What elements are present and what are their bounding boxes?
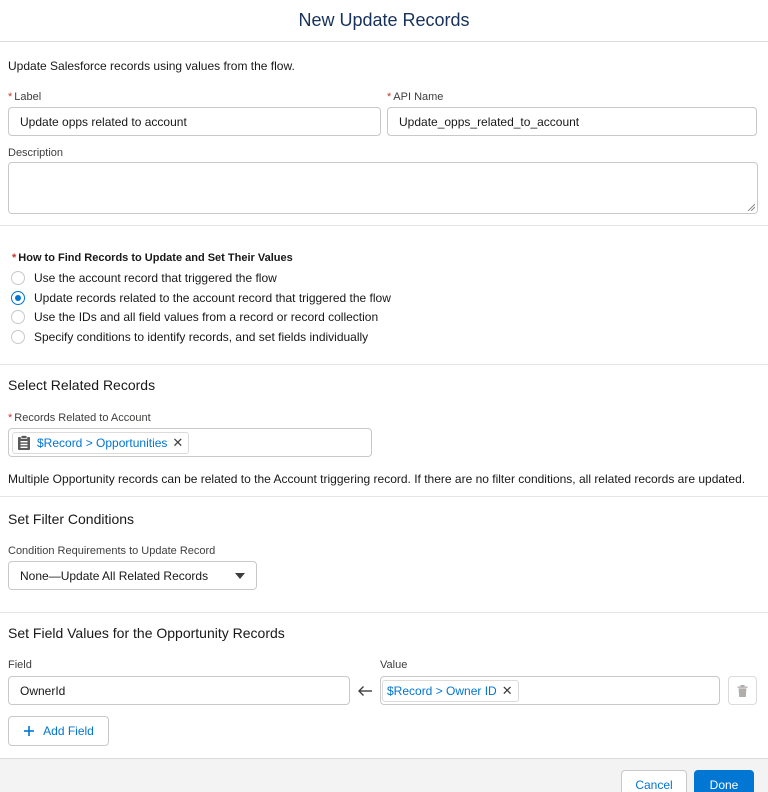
close-icon[interactable]: ✕ [172,436,183,449]
api-name-field-label: * API Name [387,91,444,103]
add-field-label: Add Field [43,724,94,738]
pill-label: $Record > Opportunities [37,435,168,450]
description-textarea[interactable] [8,162,758,214]
required-marker: * [8,412,13,424]
resize-handle-icon[interactable] [747,203,755,211]
radio-label: Use the account record that triggered th… [34,271,277,285]
pill-label: $Record > Owner ID [387,683,497,698]
condition-requirements-label: Condition Requirements to Update Record [8,545,216,557]
related-records-pill[interactable]: $Record > Opportunities ✕ [12,431,190,454]
value-column-label: Value [380,659,408,671]
left-arrow-icon [358,686,372,696]
related-records-lookup[interactable]: $Record > Opportunities ✕ [8,428,372,457]
select-value: None—Update All Related Records [20,568,209,583]
plus-icon [24,726,35,736]
value-lookup[interactable]: $Record > Owner ID ✕ [380,676,720,705]
chevron-down-icon [235,572,245,579]
filter-conditions-heading: Set Filter Conditions [8,511,135,527]
api-name-input[interactable]: Update_opps_related_to_account [387,107,757,136]
radio-label: Update records related to the account re… [34,291,391,305]
radio-option-specify-conditions[interactable]: Specify conditions to identify records, … [11,329,368,345]
radio-label: Specify conditions to identify records, … [34,330,369,344]
modal-header: New Update Records [0,0,768,42]
radio-button[interactable] [11,330,25,344]
field-input[interactable]: OwnerId [8,676,350,705]
required-marker: * [8,91,13,103]
related-records-heading: Select Related Records [8,377,156,393]
field-values-heading: Set Field Values for the Opportunity Rec… [8,625,285,641]
radio-label: Use the IDs and all field values from a … [34,310,379,324]
field-column-label: Field [8,659,32,671]
record-list-icon [18,434,30,450]
delete-row-button[interactable] [728,676,757,705]
required-marker: * [12,252,17,264]
trash-icon [737,684,748,697]
intro-text: Update Salesforce records using values f… [8,59,295,73]
required-marker: * [387,91,392,103]
description-field-label: Description [8,147,64,159]
related-records-field-label: * Records Related to Account [8,412,151,424]
find-records-title: * How to Find Records to Update and Set T… [12,252,293,264]
related-records-help-text: Multiple Opportunity records can be rela… [8,472,746,486]
radio-option-triggering-record[interactable]: Use the account record that triggered th… [11,270,277,286]
radio-option-ids-collection[interactable]: Use the IDs and all field values from a … [11,309,378,325]
radio-button[interactable] [11,271,25,285]
condition-requirements-select[interactable]: None—Update All Related Records [8,561,257,590]
label-input[interactable]: Update opps related to account [8,107,381,136]
label-field-label: * Label [8,91,42,103]
close-icon[interactable]: ✕ [502,684,513,697]
cancel-button[interactable]: Cancel [621,770,687,792]
radio-button-selected[interactable] [11,291,25,305]
value-pill[interactable]: $Record > Owner ID ✕ [382,679,519,702]
done-button[interactable]: Done [694,770,754,792]
radio-option-related-records[interactable]: Update records related to the account re… [11,290,391,306]
modal-title: New Update Records [298,10,470,30]
add-field-button[interactable]: Add Field [8,716,109,746]
radio-button[interactable] [11,310,25,324]
